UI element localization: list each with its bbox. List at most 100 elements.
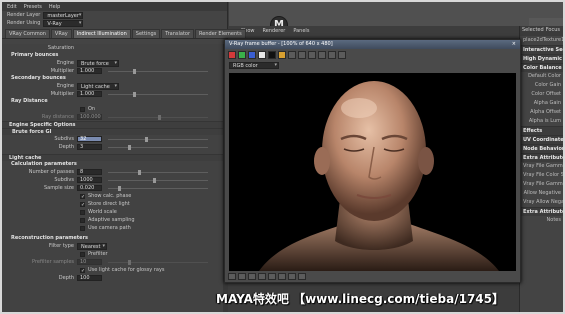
ae-section-header[interactable]: Extra Attributes [520,207,563,216]
status-button[interactable] [268,273,276,280]
passes-field[interactable]: 8 [77,169,102,175]
slider-knob[interactable] [138,170,141,175]
store-direct-light-checkbox[interactable]: ✓ [80,201,85,207]
tab-settings[interactable]: Settings [131,29,161,38]
slider-knob[interactable] [153,178,156,183]
ray-distance-field[interactable]: 100.000 [77,114,102,120]
channel-swatch[interactable] [278,51,286,59]
camera-path-checkbox[interactable] [80,225,85,231]
ae-attribute-label: Vray File Color Space [523,172,563,178]
slider-knob[interactable] [133,69,136,74]
show-calc-checkbox[interactable]: ✓ [80,193,85,199]
status-button[interactable] [298,273,306,280]
sample-size-slider[interactable] [108,186,208,191]
recon-depth-row: Depth 100 [2,274,228,282]
recon-depth-field[interactable]: 100 [77,275,102,281]
status-button[interactable] [238,273,246,280]
channel-swatch[interactable] [248,51,256,59]
secondary-multiplier-slider[interactable] [108,92,208,97]
glossy-rays-row: ✓ Use light cache for glossy rays [2,266,228,274]
frame-buffer-titlebar[interactable]: V-Ray frame buffer - [100% of 640 x 480]… [225,40,520,49]
check-row: ✓ Show calc. phase [2,192,228,200]
tab-vray[interactable]: VRay [50,29,72,38]
ae-section-header[interactable]: Color Balance [520,63,563,72]
ray-distance-on-checkbox[interactable] [80,106,85,112]
ae-section-header[interactable]: Extra Attributes [520,153,563,162]
close-icon[interactable]: × [512,41,516,48]
ae-section-header[interactable]: Effects [520,126,563,135]
world-scale-checkbox[interactable] [80,209,85,215]
channel-swatch[interactable] [238,51,246,59]
glossy-rays-label: Use light cache for glossy rays [88,267,165,273]
channel-swatch[interactable] [228,51,236,59]
region-icon[interactable] [318,51,326,59]
slider-knob[interactable] [128,145,131,150]
channel-swatch[interactable] [258,51,266,59]
menu-presets[interactable]: Presets [24,4,42,10]
adaptive-sampling-checkbox[interactable] [80,217,85,223]
menu-renderer[interactable]: Renderer [263,28,286,34]
check-row: Use camera path [2,224,228,232]
lc-subdivs-label: Subdivs [54,177,74,183]
ae-selected-button[interactable]: Selected [522,27,544,35]
light-cache-header[interactable]: Light cache [2,154,228,161]
slider-knob[interactable] [118,186,121,191]
primary-multiplier-field[interactable]: 1.000 [77,68,102,74]
primary-engine-dropdown[interactable]: Brute force [77,59,119,67]
prefilter-samples-field[interactable]: 10 [77,259,102,265]
save-icon[interactable] [288,51,296,59]
vray-frame-buffer-window: V-Ray frame buffer - [100% of 640 x 480]… [224,39,521,283]
slider-knob[interactable] [158,115,161,120]
render-using-dropdown[interactable]: V-Ray [43,19,84,27]
tab-vray-common[interactable]: VRay Common [5,29,50,38]
slider-knob[interactable] [128,260,131,265]
stop-icon[interactable] [338,51,346,59]
ae-section-header[interactable]: UV Coordinates [520,135,563,144]
ray-distance-slider[interactable] [108,115,208,120]
channel-swatch[interactable] [268,51,276,59]
menu-panels[interactable]: Panels [293,28,309,34]
menu-edit[interactable]: Edit [7,4,17,10]
frame-buffer-statusbar [225,271,520,282]
ae-node-name[interactable]: place2dTexture1 [520,36,563,45]
status-button[interactable] [228,273,236,280]
primary-engine-label: Engine [56,60,74,66]
brute-depth-slider[interactable] [108,145,208,150]
status-button[interactable] [248,273,256,280]
glossy-rays-checkbox[interactable]: ✓ [80,267,85,273]
lc-subdivs-slider[interactable] [108,178,208,183]
ae-section-header[interactable]: Node Behavior [520,144,563,153]
tab-indirect-illumination[interactable]: Indirect Illumination [72,29,131,38]
tab-translator[interactable]: Translator [161,29,195,38]
primary-multiplier-slider[interactable] [108,69,208,74]
status-button[interactable] [288,273,296,280]
brute-depth-field[interactable]: 3 [77,144,102,150]
prefilter-checkbox[interactable] [80,251,85,257]
render-layer-dropdown[interactable]: masterLayer [43,11,84,19]
status-button[interactable] [278,273,286,280]
engine-specific-header[interactable]: Engine Specific Options [2,121,228,128]
ae-section-header[interactable]: High Dynamic Range [520,54,563,63]
link-icon[interactable] [308,51,316,59]
ray-distance-label: Ray distance [41,114,74,120]
brute-force-gi-header[interactable]: Brute force GI [2,128,228,135]
sample-size-field[interactable]: 0.020 [77,185,102,191]
ae-section-header[interactable]: Interactive Sequence [520,45,563,54]
secondary-engine-dropdown[interactable]: Light cache [77,82,119,90]
slider-knob[interactable] [145,137,148,142]
filter-type-dropdown[interactable]: Nearest [77,242,107,250]
tab-render-elements[interactable]: Render Elements [195,29,246,38]
clear-icon[interactable] [298,51,306,59]
menu-help[interactable]: Help [49,4,60,10]
secondary-multiplier-field[interactable]: 1.000 [77,91,102,97]
ae-focus-button[interactable]: Focus [546,27,560,35]
status-button[interactable] [258,273,266,280]
slider-knob[interactable] [133,92,136,97]
render-icon[interactable] [328,51,336,59]
passes-slider[interactable] [108,170,208,175]
brute-subdivs-field[interactable]: 32 [77,136,102,142]
lc-subdivs-field[interactable]: 1000 [77,177,102,183]
brute-subdivs-slider[interactable] [108,137,208,142]
channel-dropdown[interactable]: RGB color [229,62,279,69]
prefilter-samples-slider[interactable] [108,260,208,265]
